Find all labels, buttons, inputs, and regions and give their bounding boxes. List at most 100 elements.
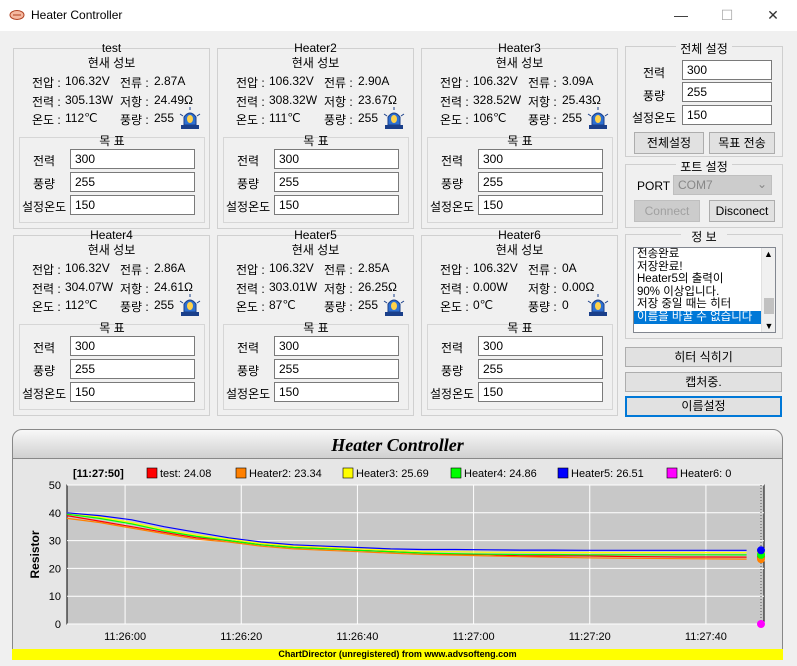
temp-value: 112℃ <box>65 111 98 125</box>
power-label: 전력 : <box>440 282 469 296</box>
global-temp-input[interactable]: 150 <box>682 105 772 125</box>
y-tick-label: 30 <box>49 536 61 548</box>
legend-swatch <box>342 467 354 479</box>
legend-label: Heater5: 26.51 <box>571 468 644 480</box>
voltage-label: 전압 : <box>32 76 61 90</box>
power-value: 308.32W <box>269 93 318 107</box>
global-flow-input[interactable]: 255 <box>682 82 772 102</box>
y-tick-label: 40 <box>49 508 61 520</box>
heater-name: Heater4 <box>90 228 133 242</box>
info-line[interactable]: 저장완료! <box>634 261 762 274</box>
scroll-up-icon[interactable]: ▲ <box>762 248 775 260</box>
target-temp-input[interactable]: 150 <box>478 382 603 402</box>
target-group: 목 표 전력 300 풍량 255 설정온도 150 <box>427 134 613 223</box>
voltage-value: 106.32V <box>269 74 314 88</box>
close-button[interactable]: ✕ <box>758 4 788 26</box>
power-value: 328.52W <box>473 93 522 107</box>
target-flow-input[interactable]: 255 <box>274 172 399 192</box>
voltage-value: 106.32V <box>473 74 518 88</box>
target-power-input[interactable]: 300 <box>70 336 195 356</box>
target-temp-input[interactable]: 150 <box>70 195 195 215</box>
target-title: 목 표 <box>507 321 533 335</box>
maximize-button[interactable]: ☐ <box>712 4 742 26</box>
disconnect-button[interactable]: Disconect <box>709 200 775 222</box>
target-power-input[interactable]: 300 <box>274 149 399 169</box>
power-label: 전력 : <box>32 282 61 296</box>
info-line[interactable]: 이름을 바꿀 수 없습니다 <box>634 310 762 324</box>
resist-value: 24.49Ω <box>154 93 193 107</box>
port-select[interactable]: COM7 ⌄ <box>673 175 772 195</box>
chart-area: Heater Controller 0 10 20 30 40 50 11:26:00 11:… <box>12 429 783 661</box>
flow-label: 풍량 : <box>324 113 353 127</box>
port-settings-panel: 포트 설정 PORT COM7 ⌄ Connect Disconect <box>625 158 783 228</box>
resist-value: 24.61Ω <box>154 280 193 294</box>
target-title: 목 표 <box>99 321 125 335</box>
scroll-down-icon[interactable]: ▼ <box>762 320 775 332</box>
temp-value: 106℃ <box>473 111 507 125</box>
target-power-label: 전력 <box>237 154 260 168</box>
y-tick-label: 0 <box>55 619 61 631</box>
x-tick-label: 11:26:20 <box>220 631 262 643</box>
info-listbox[interactable]: 전송완료 저장완료! Heater5의 출력이 90% 이상입니다. 저장 중일 때는 … <box>633 247 776 333</box>
target-power-input[interactable]: 300 <box>478 336 603 356</box>
info-line[interactable]: 저장 중일 때는 히터 <box>634 298 762 311</box>
chevron-down-icon: ⌄ <box>756 177 767 191</box>
target-group: 목 표 전력 300 풍량 255 설정온도 150 <box>223 134 409 223</box>
target-temp-label: 설정온도 <box>430 200 475 214</box>
cool-heater-button[interactable]: 히터 식히기 <box>625 347 782 367</box>
target-flow-input[interactable]: 255 <box>70 359 195 379</box>
target-power-label: 전력 <box>237 341 260 355</box>
target-flow-input[interactable]: 255 <box>274 359 399 379</box>
target-flow-input[interactable]: 255 <box>70 172 195 192</box>
target-power-input[interactable]: 300 <box>478 149 603 169</box>
heater-panel: Heater2 현새 성보 전압 : 106.32V 전류 : 2.90A 전력… <box>217 41 414 229</box>
voltage-value: 106.32V <box>269 261 314 275</box>
voltage-value: 106.32V <box>65 74 110 88</box>
power-value: 303.01W <box>269 280 318 294</box>
info-line[interactable]: 90% 이상입니다. <box>634 286 762 299</box>
target-temp-input[interactable]: 150 <box>478 195 603 215</box>
global-power-input[interactable]: 300 <box>682 60 772 80</box>
series-end-marker <box>757 620 765 628</box>
port-label: PORT <box>637 179 671 193</box>
current-value: 2.90A <box>358 74 390 88</box>
rename-button[interactable]: 이름설정 <box>625 396 782 417</box>
target-power-input[interactable]: 300 <box>274 336 399 356</box>
temp-label: 온도 : <box>32 300 61 314</box>
scroll-thumb[interactable] <box>764 298 774 314</box>
target-title: 목 표 <box>303 321 329 335</box>
target-power-label: 전력 <box>33 154 56 168</box>
heater-panel: Heater5 현새 성보 전압 : 106.32V 전류 : 2.85A 전력… <box>217 228 414 416</box>
x-tick-label: 11:27:40 <box>685 631 727 643</box>
minimize-button[interactable]: — <box>666 4 696 26</box>
target-power-input[interactable]: 300 <box>70 149 195 169</box>
target-flow-label: 풍량 <box>33 177 56 191</box>
info-scrollbar[interactable]: ▲ ▼ <box>761 248 775 332</box>
temp-label: 온도 : <box>32 113 61 127</box>
info-line[interactable]: 전송완료 <box>634 248 762 261</box>
target-flow-input[interactable]: 255 <box>478 172 603 192</box>
power-value: 304.07W <box>65 280 114 294</box>
temp-label: 온도 : <box>236 113 265 127</box>
flow-value: 0 <box>562 298 569 312</box>
target-temp-input[interactable]: 150 <box>70 382 195 402</box>
chart-footer: ChartDirector (unregistered) from www.ad… <box>12 649 783 660</box>
heater-app-icon <box>9 10 25 20</box>
connect-button[interactable]: Connect <box>634 200 700 222</box>
temp-value: 87℃ <box>269 298 296 312</box>
current-value: 2.86A <box>154 261 186 275</box>
info-line[interactable]: Heater5의 출력이 <box>634 273 762 286</box>
target-temp-input[interactable]: 150 <box>274 195 399 215</box>
apply-all-button[interactable]: 전체설정 <box>634 132 704 154</box>
target-temp-input[interactable]: 150 <box>274 382 399 402</box>
info-panel: 정 보 전송완료 저장완료! Heater5의 출력이 90% 이상입니다. 저장 중일… <box>625 228 783 339</box>
send-target-button[interactable]: 목표 전송 <box>709 132 775 154</box>
voltage-label: 전압 : <box>32 263 61 277</box>
heater-panel: test 현새 성보 전압 : 106.32V 전류 : 2.87A 전력 : … <box>13 41 210 229</box>
current-status-title: 현새 성보 <box>291 56 340 70</box>
target-flow-input[interactable]: 255 <box>478 359 603 379</box>
current-value: 0A <box>562 261 577 275</box>
target-title: 목 표 <box>303 134 329 148</box>
voltage-label: 전압 : <box>236 76 265 90</box>
capture-button[interactable]: 캡처중. <box>625 372 782 392</box>
